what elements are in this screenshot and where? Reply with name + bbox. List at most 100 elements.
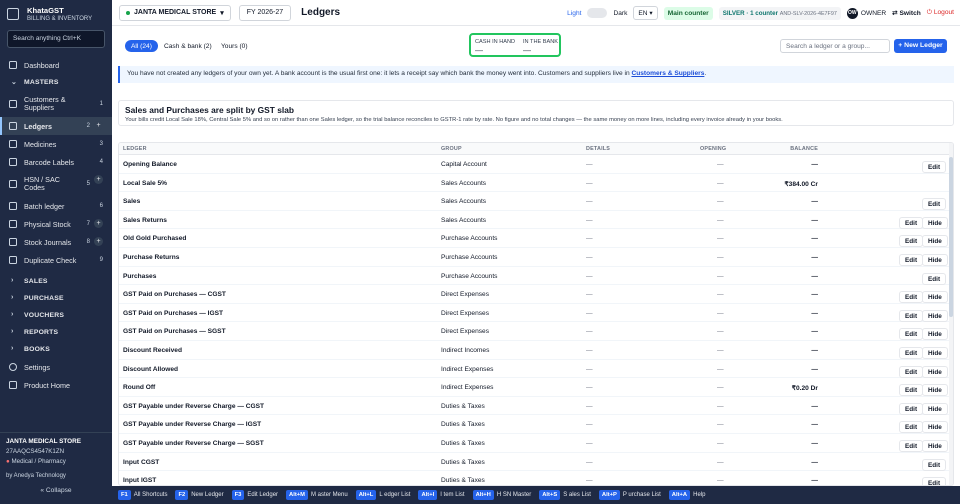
hide-ledger-button[interactable]: Hide [922, 309, 948, 322]
ledger-name[interactable]: Purchase Returns [123, 254, 179, 261]
sidebar-section-masters[interactable]: ⌄ MASTERS [0, 74, 112, 91]
edit-ledger-button[interactable]: Edit [899, 216, 924, 229]
table-row[interactable]: Sales Returns Sales Accounts — — — Edit Hide [119, 211, 953, 230]
edit-ledger-button[interactable]: Edit [899, 421, 924, 434]
hide-ledger-button[interactable]: Hide [922, 421, 948, 434]
hide-ledger-button[interactable]: Hide [922, 291, 948, 304]
edit-ledger-button[interactable]: Edit [899, 439, 924, 452]
add-hsn-plus-icon[interactable]: + [94, 175, 103, 184]
ledger-name[interactable]: Sales [123, 198, 140, 205]
hide-ledger-button[interactable]: Hide [922, 235, 948, 248]
hide-ledger-button[interactable]: Hide [922, 384, 948, 397]
tab-all[interactable]: All (24) [125, 40, 158, 52]
ledger-name[interactable]: Discount Received [123, 347, 182, 354]
table-row[interactable]: Discount Allowed Indirect Expenses — — — Edit… [119, 360, 953, 379]
edit-ledger-button[interactable]: Edit [922, 458, 947, 471]
edit-ledger-button[interactable]: Edit [899, 384, 924, 397]
user-menu[interactable]: OW OWNER [846, 7, 886, 19]
hide-ledger-button[interactable]: Hide [922, 365, 948, 378]
sidebar-item-stock-journals[interactable]: Stock Journals + 8 [0, 233, 112, 251]
table-row[interactable]: GST Payable under Reverse Charge — SGST D… [119, 434, 953, 453]
hide-ledger-button[interactable]: Hide [922, 402, 948, 415]
add-ledger-plus-icon[interactable]: + [94, 121, 103, 130]
table-scrollbar[interactable] [949, 143, 953, 485]
fy-selector[interactable]: FY 2026-27 [238, 4, 292, 21]
table-row[interactable]: Input IGST Duties & Taxes — — — Edit [119, 471, 953, 485]
ledger-name[interactable]: GST Payable under Reverse Charge — IGST [123, 421, 261, 428]
logout-button[interactable]: ⏻ Logout [927, 9, 954, 17]
hide-ledger-button[interactable]: Hide [922, 439, 948, 452]
edit-ledger-button[interactable]: Edit [899, 402, 924, 415]
sidebar-item-batch-ledger[interactable]: Batch ledger 6 [0, 197, 112, 215]
add-stock-journal-plus-icon[interactable]: + [94, 237, 103, 246]
sidebar-item-medicines[interactable]: Medicines 3 [0, 135, 112, 153]
ledger-name[interactable]: Purchases [123, 273, 156, 280]
add-physical-stock-plus-icon[interactable]: + [94, 219, 103, 228]
sidebar-item-product-home[interactable]: Product Home [0, 376, 112, 394]
switch-button[interactable]: ⇄ Switch [892, 9, 921, 17]
shortcut-item[interactable]: F2 New Ledger [175, 490, 224, 500]
hide-ledger-button[interactable]: Hide [922, 328, 948, 341]
counter-badge[interactable]: Main counter [663, 6, 713, 20]
table-row[interactable]: Input CGST Duties & Taxes — — — Edit [119, 453, 953, 472]
edit-ledger-button[interactable]: Edit [899, 365, 924, 378]
shortcut-item[interactable]: F3 Edit Ledger [231, 490, 278, 500]
scrollbar-thumb[interactable] [949, 157, 953, 317]
sidebar-item-settings[interactable]: Settings [0, 358, 112, 376]
table-row[interactable]: Purchase Returns Purchase Accounts — — — Edit… [119, 248, 953, 267]
table-row[interactable]: GST Payable under Reverse Charge — IGST D… [119, 415, 953, 434]
table-row[interactable]: Purchases Purchase Accounts — — — Edit [119, 267, 953, 286]
ledger-search-input[interactable]: Search a ledger or a group... [780, 39, 890, 53]
shortcut-item[interactable]: Alt+M M aster Menu [286, 490, 348, 500]
edit-ledger-button[interactable]: Edit [899, 235, 924, 248]
table-row[interactable]: GST Paid on Purchases — IGST Direct Expen… [119, 304, 953, 323]
theme-toggle[interactable] [587, 8, 608, 18]
edit-ledger-button[interactable]: Edit [899, 346, 924, 359]
ledger-name[interactable]: Opening Balance [123, 161, 177, 168]
ledger-name[interactable]: Input CGST [123, 459, 159, 466]
ledger-name[interactable]: GST Payable under Reverse Charge — CGST [123, 403, 264, 410]
company-selector[interactable]: JANTA MEDICAL STORE ▾ [119, 4, 231, 21]
sidebar-section-sales[interactable]: › SALES [0, 273, 112, 290]
shortcut-item[interactable]: Alt+H H SN Master [472, 490, 531, 500]
edit-ledger-button[interactable]: Edit [922, 272, 947, 285]
table-row[interactable]: GST Paid on Purchases — CGST Direct Expen… [119, 285, 953, 304]
tab-yours[interactable]: Yours (0) [215, 40, 254, 52]
shortcut-item[interactable]: Alt+S S ales List [539, 490, 591, 500]
edit-ledger-button[interactable]: Edit [922, 161, 947, 173]
ledger-name[interactable]: Local Sale 5% [123, 180, 167, 187]
table-row[interactable]: GST Paid on Purchases — SGST Direct Expen… [119, 322, 953, 341]
sidebar-section-vouchers[interactable]: › VOUCHERS [0, 307, 112, 324]
sidebar-section-purchase[interactable]: › PURCHASE [0, 290, 112, 307]
edit-ledger-button[interactable]: Edit [922, 198, 947, 211]
sidebar-item-barcode-labels[interactable]: Barcode Labels 4 [0, 153, 112, 171]
sidebar-item-physical-stock[interactable]: Physical Stock + 7 [0, 215, 112, 233]
edit-ledger-button[interactable]: Edit [899, 291, 924, 304]
ledger-name[interactable]: GST Paid on Purchases — CGST [123, 291, 226, 298]
hide-ledger-button[interactable]: Hide [922, 346, 948, 359]
ledger-name[interactable]: GST Paid on Purchases — SGST [123, 328, 226, 335]
sidebar-item-hsn-sac[interactable]: HSN / SAC Codes + 5 [0, 171, 112, 197]
table-row[interactable]: Opening Balance Capital Account — — — Edit [119, 155, 953, 174]
shortcut-item[interactable]: Alt+P P urchase List [598, 490, 661, 500]
ledger-name[interactable]: Sales Returns [123, 217, 167, 224]
hide-ledger-button[interactable]: Hide [922, 216, 948, 229]
shortcut-item[interactable]: Alt+I I tem List [418, 490, 465, 500]
tab-cash-bank[interactable]: Cash & bank (2) [158, 40, 218, 52]
shortcut-item[interactable]: Alt+L L edger List [355, 490, 410, 500]
shortcut-item[interactable]: F1 All Shortcuts [118, 490, 167, 500]
table-row[interactable]: Round Off Indirect Expenses — — ₹0.20 Dr Edit… [119, 378, 953, 397]
sidebar-section-reports[interactable]: › REPORTS [0, 324, 112, 341]
shortcut-item[interactable]: Alt+A Help [668, 490, 705, 500]
edit-ledger-button[interactable]: Edit [922, 477, 947, 485]
table-row[interactable]: Sales Sales Accounts — — — Edit [119, 192, 953, 211]
ledger-name[interactable]: Input IGST [123, 477, 156, 484]
edit-ledger-button[interactable]: Edit [899, 328, 924, 341]
table-row[interactable]: Local Sale 5% Sales Accounts — — ₹384.00 Cr [119, 174, 953, 193]
sidebar-item-duplicate-check[interactable]: Duplicate Check 9 [0, 251, 112, 269]
sidebar-item-customers-suppliers[interactable]: Customers & Suppliers 1 [0, 91, 112, 117]
sidebar-item-dashboard[interactable]: Dashboard [0, 56, 112, 74]
ledger-name[interactable]: Old Gold Purchased [123, 235, 186, 242]
customers-suppliers-link[interactable]: Customers & Suppliers [631, 70, 704, 77]
ledger-name[interactable]: GST Paid on Purchases — IGST [123, 310, 223, 317]
